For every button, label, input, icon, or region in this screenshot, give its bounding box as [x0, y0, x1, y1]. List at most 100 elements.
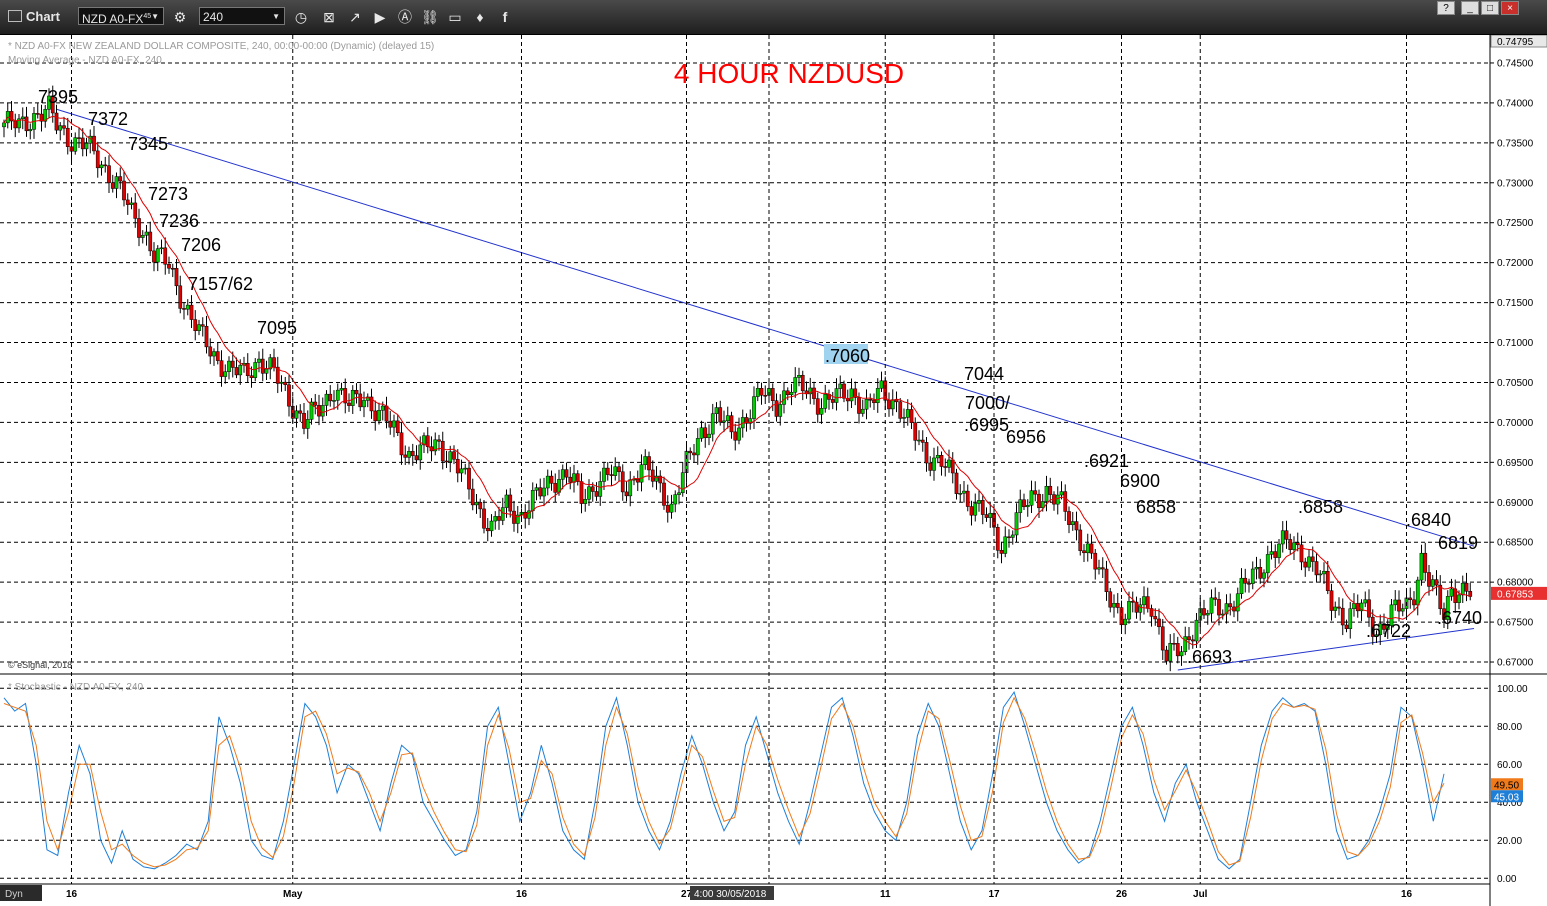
- close-button[interactable]: ×: [1501, 1, 1519, 15]
- price-tick-label: 0.73000: [1497, 178, 1534, 189]
- play-icon[interactable]: ▶: [371, 8, 389, 26]
- candle-body: [137, 218, 141, 238]
- candle-body: [898, 401, 903, 419]
- candle-body: [1108, 591, 1113, 608]
- time-tick-label: 11: [880, 889, 891, 900]
- candle-body: [1145, 596, 1150, 609]
- gear-icon[interactable]: ⚙: [171, 8, 189, 26]
- candle-body: [1449, 588, 1454, 597]
- candle-body: [167, 264, 171, 269]
- price-annotation: 7236: [159, 211, 199, 231]
- toolbar: Chart NZD A0-FX45 ▼ ⚙ 240 ▼ ◷ ⊠ ↗ ▶ Ⓐ ⛓ ▭ …: [0, 0, 1547, 35]
- candle-body: [354, 389, 359, 395]
- candle-body: [587, 486, 591, 500]
- stochastic-last-values: 49.50 45.03: [1491, 778, 1523, 803]
- alert-icon[interactable]: Ⓐ: [396, 8, 414, 26]
- candle-body: [928, 462, 933, 471]
- restore-button[interactable]: □: [1481, 1, 1499, 15]
- candle-body: [463, 467, 468, 470]
- candle-body: [1419, 552, 1424, 581]
- candle-body: [1205, 613, 1210, 616]
- candle-body: [1322, 570, 1326, 575]
- candle-body: [452, 451, 456, 460]
- candle-body: [763, 395, 768, 397]
- candle-body: [887, 399, 891, 410]
- candle-body: [1397, 599, 1401, 612]
- candle-body: [103, 164, 108, 167]
- candle-body: [834, 388, 839, 403]
- stochastic-tick-label: 60.00: [1497, 760, 1522, 771]
- link-icon[interactable]: ⛓: [421, 8, 439, 26]
- candle-body: [617, 466, 621, 473]
- candle-body: [1018, 499, 1023, 513]
- candle-body: [995, 526, 1000, 551]
- candle-body: [440, 441, 445, 462]
- candle-body: [1228, 603, 1233, 608]
- candle-body: [1292, 542, 1296, 550]
- interval-dropdown-icon[interactable]: ▼: [272, 8, 280, 26]
- candle-body: [932, 457, 936, 471]
- crosshair-icon[interactable]: ⊠: [320, 8, 338, 26]
- candle-body: [24, 116, 29, 132]
- candle-body: [155, 248, 160, 263]
- candle-body: [388, 420, 393, 428]
- price-annotation: .6693: [1187, 647, 1232, 667]
- candle-body: [947, 459, 951, 468]
- candle-body: [84, 143, 89, 150]
- help-button-label: ?: [1443, 3, 1449, 14]
- candle-body: [1337, 606, 1341, 609]
- candle-body: [1022, 499, 1026, 508]
- candle-body: [1408, 597, 1413, 601]
- candle-body: [407, 451, 411, 458]
- time-tick-label: 16: [1401, 889, 1413, 900]
- help-button[interactable]: ?: [1437, 1, 1455, 15]
- stochastic-last-label-1: 49.50: [1494, 780, 1519, 791]
- symbol-input[interactable]: NZD A0-FX45 ▼: [78, 7, 164, 26]
- clock-icon[interactable]: ◷: [292, 8, 310, 26]
- candle-body: [62, 125, 66, 129]
- candle-body: [283, 381, 288, 386]
- candle-body: [95, 150, 100, 169]
- draw-line-icon[interactable]: ↗: [346, 8, 364, 26]
- price-annotation: 6858: [1136, 497, 1176, 517]
- candle-body: [1284, 530, 1289, 540]
- candle-body: [1115, 603, 1120, 608]
- candle-body: [1048, 485, 1053, 495]
- candle-body: [1460, 582, 1465, 596]
- window-title-text: Chart: [26, 9, 60, 24]
- last-price-label: 0.67853: [1497, 589, 1534, 600]
- candle-body: [714, 407, 719, 414]
- candle-body: [1400, 608, 1405, 612]
- candle-body: [969, 506, 974, 516]
- price-annotation: 7273: [148, 184, 188, 204]
- interval-input[interactable]: 240 ▼: [199, 7, 285, 25]
- facebook-icon[interactable]: f: [496, 8, 514, 26]
- candle-body: [1250, 568, 1255, 584]
- stochastic-last-label-2: 45.03: [1494, 792, 1519, 803]
- symbol-dropdown-icon[interactable]: ▼: [151, 8, 159, 26]
- comment-icon[interactable]: ▭: [446, 8, 464, 26]
- candle-body: [54, 112, 59, 131]
- price-annotation: .6995: [964, 415, 1009, 435]
- candle-body: [1168, 642, 1173, 662]
- chart-svg[interactable]: 7395 73727345 7273 7236 7206 7157/62 7095 .7060…: [0, 35, 1547, 906]
- candle-body: [1235, 593, 1240, 612]
- twitter-icon[interactable]: ♦: [471, 8, 489, 26]
- candle-body: [722, 420, 726, 423]
- candle-body: [560, 469, 565, 480]
- candle-body: [223, 371, 228, 377]
- crosshair-time-label: 4:00 30/05/2018: [694, 889, 767, 900]
- candle-body: [219, 360, 224, 377]
- time-tick-label: May: [283, 889, 303, 900]
- candle-body: [875, 388, 880, 404]
- candle-body: [20, 116, 25, 120]
- candle-body: [328, 393, 333, 402]
- candle-body: [1318, 573, 1323, 576]
- candle-body: [1423, 552, 1428, 573]
- candle-body: [1112, 603, 1116, 608]
- minimize-button[interactable]: _: [1461, 1, 1479, 15]
- candle-body: [984, 514, 989, 518]
- candle-body: [1457, 594, 1461, 603]
- candle-body: [1262, 572, 1266, 579]
- symbol-superscript: 45: [143, 13, 152, 20]
